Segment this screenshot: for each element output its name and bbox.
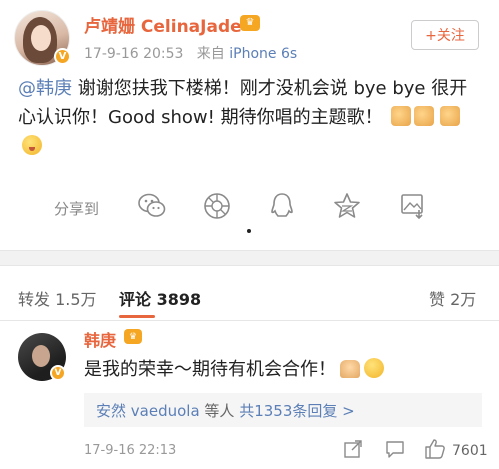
follow-button[interactable]: +关注 [411, 20, 479, 50]
replies-summary[interactable]: 安然 vaeduola 等人 共1353条回复 > [84, 393, 482, 427]
share-icon[interactable] [342, 438, 364, 460]
comment-like-count: 7601 [452, 443, 488, 459]
commenter-username[interactable]: 韩庚 [84, 327, 116, 351]
tab-likes[interactable]: 赞 2万 [429, 286, 476, 310]
vip-crown-icon: ♛ [124, 329, 142, 344]
vip-crown-icon: ♛ [240, 15, 260, 31]
avatar-face [32, 345, 50, 367]
share-label: 分享到 [54, 200, 100, 218]
reply-count-link[interactable]: 共1353条回复 > [239, 402, 355, 420]
reply-users[interactable]: 安然 vaeduola [96, 402, 200, 420]
drooling-face-icon [22, 135, 42, 155]
follow-button-label: +关注 [425, 28, 465, 44]
tabs-divider [0, 320, 499, 321]
avatar-face [31, 25, 51, 51]
like-thumb-icon[interactable] [424, 438, 446, 460]
save-image-icon[interactable] [398, 191, 428, 221]
section-divider [0, 250, 499, 266]
active-tab-indicator [119, 315, 155, 318]
verified-badge-icon: V [50, 365, 66, 381]
clapping-hands-icon [340, 360, 360, 378]
smiling-face-icon [364, 358, 384, 378]
moments-icon[interactable] [202, 191, 232, 221]
post-mention-link[interactable]: @韩庚 [18, 78, 72, 99]
comment-timestamp: 17-9-16 22:13 [84, 443, 177, 458]
post-body: @韩庚 谢谢您扶我下楼梯！刚才没机会说 bye bye 很开心认识你！Good … [18, 74, 484, 161]
post-source-prefix: 来自 [196, 46, 225, 62]
tab-reposts[interactable]: 转发 1.5万 [18, 286, 97, 310]
thumbs-up-icon [414, 106, 435, 126]
verified-badge-icon: V [54, 48, 71, 65]
qzone-icon[interactable] [332, 191, 362, 221]
page-indicator-dot [247, 229, 251, 233]
reply-mid-text: 等人 [199, 402, 240, 420]
thumbs-up-icon [440, 106, 461, 126]
post-meta: 17-9-16 20:53 来自 iPhone 6s [84, 43, 297, 63]
post-device[interactable]: iPhone 6s [229, 46, 297, 62]
thumbs-up-icon [391, 106, 412, 126]
qq-icon[interactable] [267, 191, 297, 221]
comment-body: 是我的荣幸～期待有机会合作！ [84, 355, 384, 381]
tab-comments[interactable]: 评论 3898 [119, 286, 201, 310]
comment-icon[interactable] [384, 438, 406, 460]
wechat-icon[interactable] [137, 191, 167, 221]
comment-text: 是我的荣幸～期待有机会合作！ [84, 359, 336, 380]
author-username[interactable]: 卢靖姗 CelinaJade [84, 12, 242, 37]
post-timestamp: 17-9-16 20:53 [84, 46, 184, 62]
